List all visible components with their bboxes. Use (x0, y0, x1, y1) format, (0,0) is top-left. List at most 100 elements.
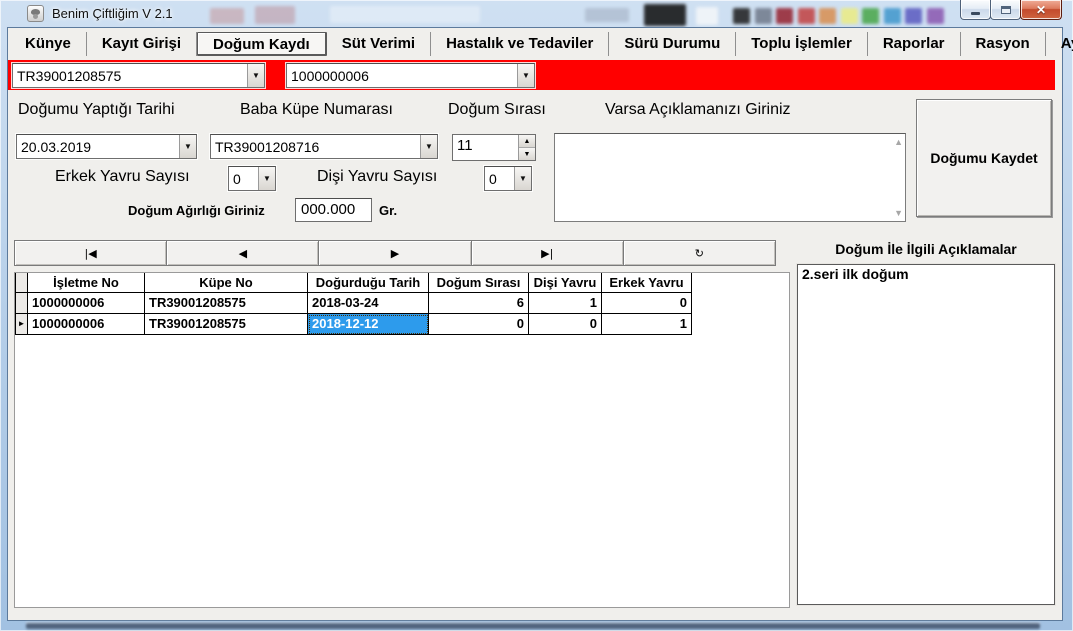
nav-last-button[interactable]: ▶| (471, 240, 624, 266)
scroll-up-icon[interactable]: ▲ (894, 137, 903, 147)
tab-rasyon[interactable]: Rasyon (961, 32, 1046, 56)
spinner-buttons: ▲ ▼ (518, 135, 535, 160)
male-count-label: Erkek Yavru Sayısı (55, 168, 190, 186)
glass-artifact (776, 8, 793, 24)
refresh-icon: ↻ (695, 247, 704, 260)
glass-artifact (755, 8, 772, 24)
grid-header-row: İşletme NoKüpe NoDoğurduğu TarihDoğum Sı… (15, 273, 789, 293)
tab-kayit-girisi[interactable]: Kayıt Girişi (87, 32, 197, 56)
app-icon (27, 5, 44, 22)
record-navigator: |◀ ◀ ▶ ▶| ↻ (14, 240, 776, 266)
nav-first-button[interactable]: |◀ (14, 240, 167, 266)
grid-cell[interactable]: TR39001208575 (145, 293, 308, 314)
window-title: Benim Çiftliğim V 2.1 (52, 6, 173, 21)
father-tag-label: Baba Küpe Numarası (240, 101, 393, 119)
tab-dogum-kaydi[interactable]: Doğum Kaydı (197, 32, 327, 56)
column-header: Dişi Yavru (529, 273, 602, 293)
glass-artifact (798, 8, 815, 24)
female-count-combobox[interactable]: 0 ▼ (484, 166, 532, 191)
tab-sut-verimi[interactable]: Süt Verimi (327, 32, 431, 56)
grid-header-gutter (15, 273, 28, 293)
tab-kunye[interactable]: Künye (10, 32, 87, 56)
glass-artifact (733, 8, 750, 24)
save-birth-button-label: Doğumu Kaydet (930, 150, 1037, 166)
list-item[interactable]: 2.seri ilk doğum (798, 265, 1054, 283)
column-header: Doğurduğu Tarih (308, 273, 429, 293)
first-icon: |◀ (85, 247, 97, 260)
birth-records-grid[interactable]: İşletme NoKüpe NoDoğurduğu TarihDoğum Sı… (14, 272, 790, 608)
birth-order-spinner[interactable]: 11 ▲ ▼ (452, 134, 536, 161)
title-bar[interactable]: Benim Çiftliğim V 2.1 ✕ (0, 0, 1073, 28)
nav-prev-button[interactable]: ◀ (166, 240, 319, 266)
app-window: Benim Çiftliğim V 2.1 ✕ KünyeKayıt Giriş… (0, 0, 1073, 631)
weight-unit-label: Gr. (379, 203, 397, 218)
grid-cell[interactable]: 1 (529, 293, 602, 314)
grid-cell[interactable]: 2018-03-24 (308, 293, 429, 314)
grid-cell[interactable]: 1000000006 (28, 314, 145, 335)
window-border-smudge (26, 623, 1040, 629)
animal-tag-value: TR39001208575 (13, 68, 247, 84)
client-area: KünyeKayıt GirişiDoğum KaydıSüt VerimiHa… (8, 28, 1062, 620)
table-row[interactable]: ►1000000006TR390012085752018-12-12001 (15, 314, 789, 335)
chevron-down-icon[interactable]: ▼ (517, 64, 534, 87)
birth-weight-input[interactable]: 000.000 (295, 198, 372, 222)
glass-artifact (819, 8, 836, 24)
grid-cell[interactable]: 1000000006 (28, 293, 145, 314)
animal-selection-bar: TR39001208575 ▼ 1000000006 ▼ (8, 60, 1055, 90)
grid-cell[interactable]: TR39001208575 (145, 314, 308, 335)
tab-ayarlar[interactable]: Ayarlar (1046, 32, 1073, 56)
birth-date-value: 20.03.2019 (17, 139, 179, 155)
birth-date-picker[interactable]: 20.03.2019 ▼ (16, 134, 197, 159)
next-icon: ▶ (391, 247, 399, 260)
birth-notes-listbox[interactable]: 2.seri ilk doğum (797, 264, 1055, 605)
tab-toplu-islemler[interactable]: Toplu İşlemler (736, 32, 868, 56)
save-birth-button[interactable]: Doğumu Kaydet (916, 99, 1052, 217)
note-label: Varsa Açıklamanızı Giriniz (605, 101, 791, 119)
grid-cell[interactable]: 2018-12-12 (308, 314, 429, 335)
chevron-down-icon[interactable]: ▼ (247, 64, 264, 87)
farm-no-value: 1000000006 (287, 68, 517, 84)
nav-next-button[interactable]: ▶ (318, 240, 471, 266)
nav-refresh-button[interactable]: ↻ (623, 240, 776, 266)
grid-cell[interactable]: 0 (529, 314, 602, 335)
tab-raporlar[interactable]: Raporlar (868, 32, 961, 56)
prev-icon: ◀ (239, 247, 247, 260)
chevron-down-icon[interactable]: ▼ (179, 135, 196, 158)
minimize-icon (971, 12, 980, 15)
close-icon: ✕ (1036, 3, 1046, 17)
chevron-down-icon[interactable]: ▼ (258, 167, 275, 190)
female-count-value: 0 (485, 171, 514, 187)
minimize-button[interactable] (960, 0, 991, 20)
tab-suru-durumu[interactable]: Sürü Durumu (609, 32, 736, 56)
grid-cell[interactable]: 6 (429, 293, 529, 314)
grid-cell[interactable]: 1 (602, 314, 692, 335)
male-count-value: 0 (229, 171, 258, 187)
grid-cell[interactable]: 0 (429, 314, 529, 335)
notes-panel-title: Doğum İle İlgili Açıklamalar (797, 241, 1055, 257)
farm-no-combobox[interactable]: 1000000006 ▼ (286, 63, 535, 88)
tab-hastalik-ve-tedaviler[interactable]: Hastalık ve Tedaviler (431, 32, 609, 56)
male-count-combobox[interactable]: 0 ▼ (228, 166, 276, 191)
note-textarea[interactable]: ▲ ▼ (554, 133, 906, 222)
close-button[interactable]: ✕ (1020, 0, 1062, 20)
scroll-down-icon[interactable]: ▼ (894, 208, 903, 218)
father-tag-combobox[interactable]: TR39001208716 ▼ (210, 134, 438, 159)
column-header: Erkek Yavru (602, 273, 692, 293)
column-header: İşletme No (28, 273, 145, 293)
father-tag-value: TR39001208716 (211, 139, 420, 155)
window-controls: ✕ (961, 0, 1062, 20)
current-row-pointer-icon: ► (15, 314, 28, 335)
column-header: Küpe No (145, 273, 308, 293)
glass-artifact (927, 8, 944, 24)
spinner-up-icon[interactable]: ▲ (519, 135, 535, 148)
spinner-down-icon[interactable]: ▼ (519, 148, 535, 160)
chevron-down-icon[interactable]: ▼ (514, 167, 531, 190)
glass-artifact (884, 8, 901, 24)
glass-artifact (905, 8, 922, 24)
chevron-down-icon[interactable]: ▼ (420, 135, 437, 158)
animal-tag-combobox[interactable]: TR39001208575 ▼ (12, 63, 265, 88)
table-row[interactable]: 1000000006TR390012085752018-03-24610 (15, 293, 789, 314)
grid-cell[interactable]: 0 (602, 293, 692, 314)
maximize-button[interactable] (990, 0, 1021, 20)
last-icon: ▶| (541, 247, 553, 260)
